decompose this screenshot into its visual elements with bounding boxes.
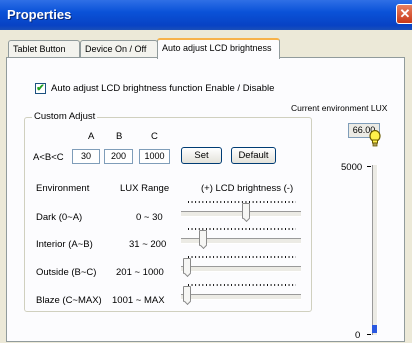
lux-range-outside: 201 ~ 1000	[116, 267, 164, 278]
threshold-a-input[interactable]: 30	[72, 149, 100, 164]
current-lux-label: Current environment LUX	[291, 103, 388, 113]
slider-ticks	[188, 284, 296, 286]
auto-adjust-label: Auto adjust LCD brightness function Enab…	[51, 83, 275, 94]
slider-ticks	[188, 256, 296, 258]
slider-thumb-outside[interactable]	[183, 258, 191, 274]
tab-tablet-button[interactable]: Tablet Button	[8, 40, 80, 57]
lux-meter-tick-top	[367, 166, 371, 167]
environment-dark: Dark (0~A)	[36, 212, 83, 223]
environment-blaze: Blaze (C~MAX)	[36, 295, 102, 306]
default-button[interactable]: Default	[231, 147, 276, 164]
lux-meter-track	[372, 165, 378, 335]
brightness-slider-dark[interactable]	[181, 211, 301, 217]
brightness-slider-blaze[interactable]	[181, 294, 301, 300]
column-b-label: B	[116, 131, 123, 142]
column-a-label: A	[88, 131, 95, 142]
lightbulb-icon	[369, 130, 381, 147]
lux-range-dark: 0 ~ 30	[136, 212, 163, 223]
tab-device-on-off[interactable]: Device On / Off	[80, 40, 158, 57]
lux-meter-max-label: 5000	[341, 162, 363, 173]
slider-thumb-dark[interactable]	[242, 203, 251, 219]
title-bar: Properties ✕	[0, 0, 412, 30]
environment-header: Environment	[36, 183, 90, 194]
column-c-label: C	[151, 131, 158, 142]
lux-meter-tick-bottom	[367, 334, 371, 335]
brightness-slider-outside[interactable]	[181, 266, 301, 272]
constraint-label: A<B<C	[33, 152, 64, 163]
lux-range-header: LUX Range	[120, 183, 170, 194]
lux-range-interior: 31 ~ 200	[129, 239, 167, 250]
set-button[interactable]: Set	[181, 147, 222, 164]
slider-thumb-interior[interactable]	[199, 230, 208, 246]
custom-adjust-title: Custom Adjust	[32, 111, 98, 122]
lux-meter-fill	[372, 325, 377, 333]
brightness-header: (+) LCD brightness (-)	[201, 183, 294, 194]
close-button[interactable]: ✕	[396, 4, 412, 24]
lux-meter-min-label: 0	[355, 330, 361, 341]
window-title: Properties	[7, 7, 72, 22]
slider-thumb-blaze[interactable]	[183, 286, 191, 302]
tab-auto-adjust-lcd-brightness[interactable]: Auto adjust LCD brightness	[157, 38, 280, 59]
auto-adjust-checkbox[interactable]: ✔	[35, 83, 46, 94]
threshold-b-input[interactable]: 200	[104, 149, 133, 164]
threshold-c-input[interactable]: 1000	[139, 149, 170, 164]
environment-interior: Interior (A~B)	[36, 239, 93, 250]
lux-range-blaze: 1001 ~ MAX	[112, 295, 165, 306]
environment-outside: Outside (B~C)	[36, 267, 97, 278]
